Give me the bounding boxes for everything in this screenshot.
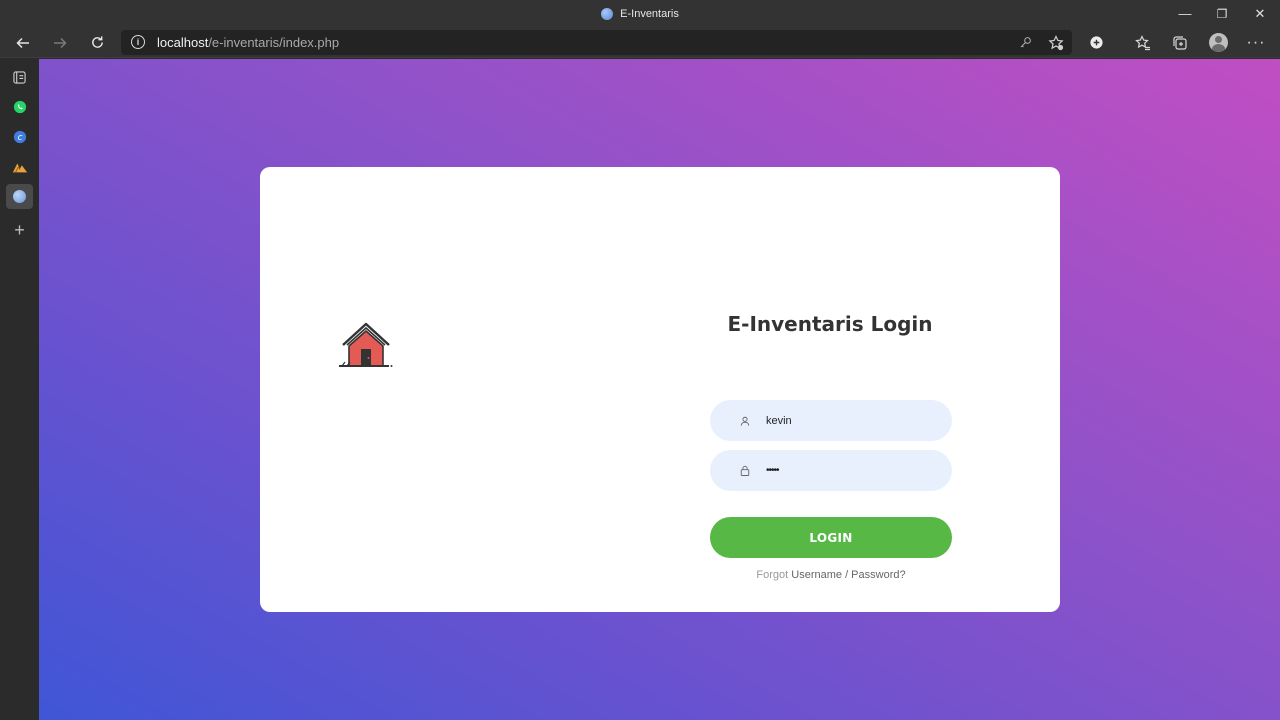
username-input[interactable]	[766, 410, 936, 431]
sidebar-item-whatsapp[interactable]	[6, 94, 33, 119]
collections-icon[interactable]	[1165, 27, 1195, 58]
forgot-password-text: Forgot Username / Password?	[710, 569, 952, 581]
key-icon[interactable]	[1013, 30, 1037, 55]
window-title-bar: E-Inventaris — ❐ ✕	[0, 0, 1280, 27]
browser-toolbar: i localhost/e-inventaris/index.php ···	[0, 27, 1280, 58]
url-path: /e-inventaris/index.php	[208, 35, 340, 50]
sidebar-item-c-app[interactable]: c	[6, 124, 33, 149]
forward-icon[interactable]	[45, 27, 75, 58]
url-host: localhost	[157, 35, 209, 50]
close-button[interactable]: ✕	[1241, 0, 1279, 27]
user-icon	[738, 400, 752, 441]
restore-button[interactable]: ❐	[1203, 0, 1241, 27]
add-favorite-icon[interactable]	[1044, 30, 1068, 55]
login-card: E-Inventaris Login LOGIN Forgot Username…	[260, 167, 1060, 612]
refresh-icon[interactable]	[82, 27, 112, 58]
forgot-password-link[interactable]: Username / Password?	[791, 569, 905, 581]
house-logo-icon	[339, 322, 393, 367]
profile-icon[interactable]	[1203, 27, 1233, 58]
back-icon[interactable]	[8, 27, 38, 58]
window-title: E-Inventaris	[0, 0, 1280, 27]
address-bar[interactable]: i localhost/e-inventaris/index.php	[121, 30, 1072, 55]
window-title-text: E-Inventaris	[620, 7, 679, 20]
new-tab-button[interactable]: +	[6, 218, 33, 243]
password-field[interactable]	[710, 450, 952, 491]
info-icon[interactable]: i	[131, 35, 145, 49]
extension-icon[interactable]	[1081, 27, 1111, 58]
globe-icon	[13, 190, 26, 203]
url-text[interactable]: localhost/e-inventaris/index.php	[157, 30, 339, 55]
svg-text:c: c	[17, 133, 22, 143]
login-title: E-Inventaris Login	[727, 312, 933, 336]
login-button[interactable]: LOGIN	[710, 517, 952, 558]
vertical-tab-sidebar: c +	[0, 59, 39, 720]
sidebar-item-mountain-app[interactable]	[6, 154, 33, 179]
more-icon[interactable]: ···	[1241, 27, 1271, 58]
forgot-prefix: Forgot	[756, 569, 789, 581]
lock-icon	[738, 450, 752, 491]
minimize-button[interactable]: —	[1166, 0, 1204, 27]
password-input[interactable]	[766, 460, 936, 481]
username-field[interactable]	[710, 400, 952, 441]
globe-icon	[601, 7, 614, 20]
page-content: E-Inventaris Login LOGIN Forgot Username…	[39, 59, 1280, 720]
sidebar-item-tab-actions[interactable]	[6, 65, 33, 90]
sidebar-item-e-inventaris[interactable]	[6, 184, 33, 209]
favorites-icon[interactable]	[1128, 27, 1158, 58]
